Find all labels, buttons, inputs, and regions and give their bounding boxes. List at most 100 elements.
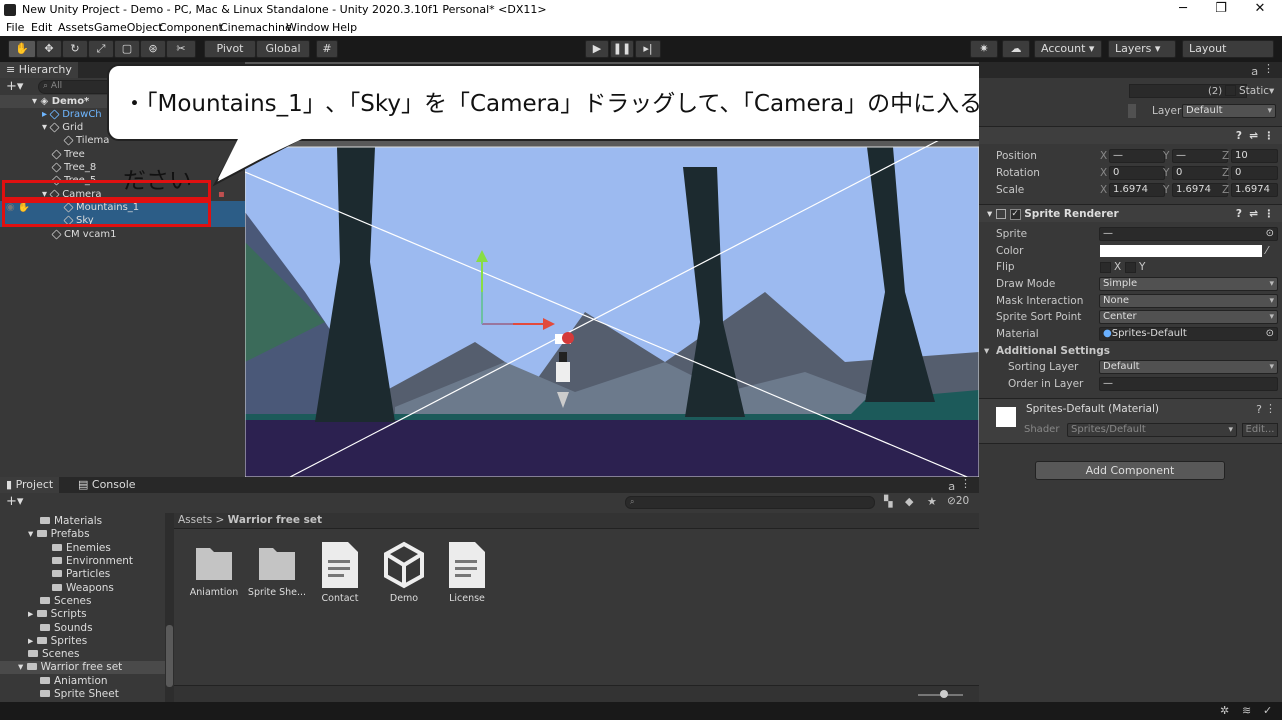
tree-scrollbar[interactable]: [165, 513, 174, 702]
tab-project[interactable]: ▮ Project: [0, 477, 60, 493]
component-menu-icon[interactable]: ⋮: [1264, 205, 1275, 223]
rect-tool-icon[interactable]: ▢: [114, 40, 140, 58]
tree-item-sprites[interactable]: ▸ Sprites: [28, 635, 87, 648]
transform-tool-icon[interactable]: ⊛: [140, 40, 166, 58]
add-component-button[interactable]: Add Component: [1035, 461, 1225, 480]
color-swatch[interactable]: [1100, 245, 1262, 257]
mask-interaction-dropdown[interactable]: None: [1099, 294, 1278, 308]
draw-mode-dropdown[interactable]: Simple: [1099, 277, 1278, 291]
asset-aniamtion[interactable]: Aniamtion: [184, 540, 244, 598]
asset-contact[interactable]: Contact: [310, 540, 370, 604]
flip-y-checkbox[interactable]: [1125, 262, 1136, 273]
position-z-field[interactable]: 10: [1231, 149, 1278, 163]
hierarchy-item-cmvcam1[interactable]: CM vcam1: [0, 228, 245, 241]
rotation-z-field[interactable]: 0: [1231, 166, 1278, 180]
layer-dropdown[interactable]: Default: [1182, 104, 1276, 118]
help-icon[interactable]: ?: [1256, 403, 1262, 416]
tree-item-sprite-sheet[interactable]: Sprite Sheet: [40, 688, 119, 701]
position-y-field[interactable]: —: [1172, 149, 1228, 163]
position-x-field[interactable]: —: [1109, 149, 1165, 163]
menu-cinemachine[interactable]: Cinemachine: [220, 21, 292, 34]
zoom-slider-thumb[interactable]: [940, 690, 948, 698]
minimize-button[interactable]: ─: [1172, 1, 1194, 16]
step-button[interactable]: ▸|: [635, 40, 661, 58]
hidden-packages-toggle[interactable]: ⊘20: [947, 495, 969, 507]
tab-hierarchy[interactable]: ≡ Hierarchy: [0, 62, 78, 78]
component-menu-icon[interactable]: ⋮: [1265, 402, 1276, 415]
pause-button[interactable]: ❚❚: [610, 40, 634, 58]
add-object-button[interactable]: +▾: [6, 79, 23, 94]
object-picker-icon[interactable]: ⊙: [1266, 328, 1274, 340]
static-checkbox[interactable]: [1225, 85, 1236, 96]
tree-scrollbar-thumb[interactable]: [166, 625, 173, 687]
tree-item-scenes[interactable]: Scenes: [40, 595, 91, 608]
tree-item-scripts[interactable]: ▸ Scripts: [28, 608, 87, 621]
tree-item-environment[interactable]: Environment: [52, 555, 133, 568]
filter-label-icon[interactable]: ◆: [905, 495, 913, 508]
progress-check-icon[interactable]: ✓: [1263, 704, 1272, 717]
lock-icon[interactable]: ａ: [1249, 63, 1260, 79]
component-menu-icon[interactable]: ⋮: [1264, 127, 1275, 145]
menu-dots-icon[interactable]: ⋮: [1263, 62, 1274, 75]
global-toggle[interactable]: Global: [256, 40, 310, 58]
asset-demo[interactable]: Demo: [374, 540, 434, 604]
tree-item-warrior-free-set[interactable]: ▾ Warrior free set: [0, 661, 165, 674]
tree-item-materials[interactable]: Materials: [40, 515, 102, 528]
breadcrumb-root[interactable]: Assets: [178, 514, 212, 526]
breadcrumb-current[interactable]: Warrior free set: [228, 514, 322, 526]
menu-gameobject[interactable]: GameObject: [94, 21, 163, 34]
layers-dropdown[interactable]: Layers ▾: [1108, 40, 1176, 58]
tree-item-particles[interactable]: Particles: [52, 568, 110, 581]
menu-dots-icon[interactable]: ⋮: [960, 477, 971, 490]
tag-dropdown-edge[interactable]: [1128, 104, 1136, 118]
scale-x-field[interactable]: 1.6974: [1109, 183, 1165, 197]
menu-edit[interactable]: Edit: [31, 21, 52, 34]
collab-icon[interactable]: ✷: [970, 40, 998, 58]
asset-sprite-sheet[interactable]: Sprite She...: [247, 540, 307, 598]
scale-y-field[interactable]: 1.6974: [1172, 183, 1228, 197]
help-icon[interactable]: ?: [1236, 205, 1242, 223]
sprite-field[interactable]: — ⊙: [1099, 227, 1278, 241]
hand-tool-icon[interactable]: ✋: [8, 40, 36, 58]
tree-item-aniamtion[interactable]: Aniamtion: [40, 675, 108, 688]
eyedropper-icon[interactable]: ⁄: [1266, 243, 1268, 259]
enabled-checkbox[interactable]: ✓: [1009, 208, 1021, 220]
account-dropdown[interactable]: Account ▾: [1034, 40, 1102, 58]
static-dropdown[interactable]: Static▾: [1239, 85, 1274, 97]
tree-item-prefabs[interactable]: ▾ Prefabs: [28, 528, 90, 541]
scale-tool-icon[interactable]: ⤢: [88, 40, 114, 58]
filter-type-icon[interactable]: ▚: [884, 495, 892, 508]
preset-icon[interactable]: ⇌: [1249, 205, 1258, 223]
menu-help[interactable]: Help: [332, 21, 357, 34]
preset-icon[interactable]: ⇌: [1249, 127, 1258, 145]
menu-file[interactable]: File: [6, 21, 24, 34]
debug-icon[interactable]: ✲: [1220, 704, 1229, 717]
material-field[interactable]: ●Sprites-Default ⊙: [1099, 327, 1278, 341]
tree-item-sounds[interactable]: Sounds: [40, 622, 93, 635]
cloud-icon[interactable]: ☁: [1002, 40, 1030, 58]
grid-snap-icon[interactable]: #: [316, 40, 338, 58]
menu-window[interactable]: Window: [286, 21, 329, 34]
menu-assets[interactable]: Assets: [58, 21, 94, 34]
shader-edit-button[interactable]: Edit...: [1242, 423, 1278, 437]
transform-header[interactable]: ? ⇌ ⋮: [979, 126, 1282, 144]
scale-z-field[interactable]: 1.6974: [1231, 183, 1278, 197]
order-in-layer-field[interactable]: —: [1099, 377, 1278, 391]
move-tool-icon[interactable]: ✥: [36, 40, 62, 58]
favorite-icon[interactable]: ★: [927, 495, 937, 508]
menu-component[interactable]: Component: [159, 21, 223, 34]
sorting-layer-dropdown[interactable]: Default: [1099, 360, 1278, 374]
flip-x-checkbox[interactable]: [1100, 262, 1111, 273]
sprite-sort-point-dropdown[interactable]: Center: [1099, 310, 1278, 324]
object-picker-icon[interactable]: ⊙: [1266, 228, 1274, 240]
lock-icon[interactable]: ａ: [946, 478, 957, 494]
maximize-button[interactable]: ❐: [1210, 1, 1232, 16]
create-asset-button[interactable]: +▾: [6, 494, 23, 509]
tree-item-weapons[interactable]: Weapons: [52, 582, 114, 595]
custom-tool-icon[interactable]: ✂: [166, 40, 196, 58]
project-search-input[interactable]: ⌕: [625, 496, 875, 509]
shader-dropdown[interactable]: Sprites/Default: [1067, 423, 1237, 437]
pivot-toggle[interactable]: Pivot: [204, 40, 256, 58]
additional-settings-foldout[interactable]: ▾ Additional Settings: [979, 343, 1282, 359]
help-icon[interactable]: ?: [1236, 127, 1242, 145]
